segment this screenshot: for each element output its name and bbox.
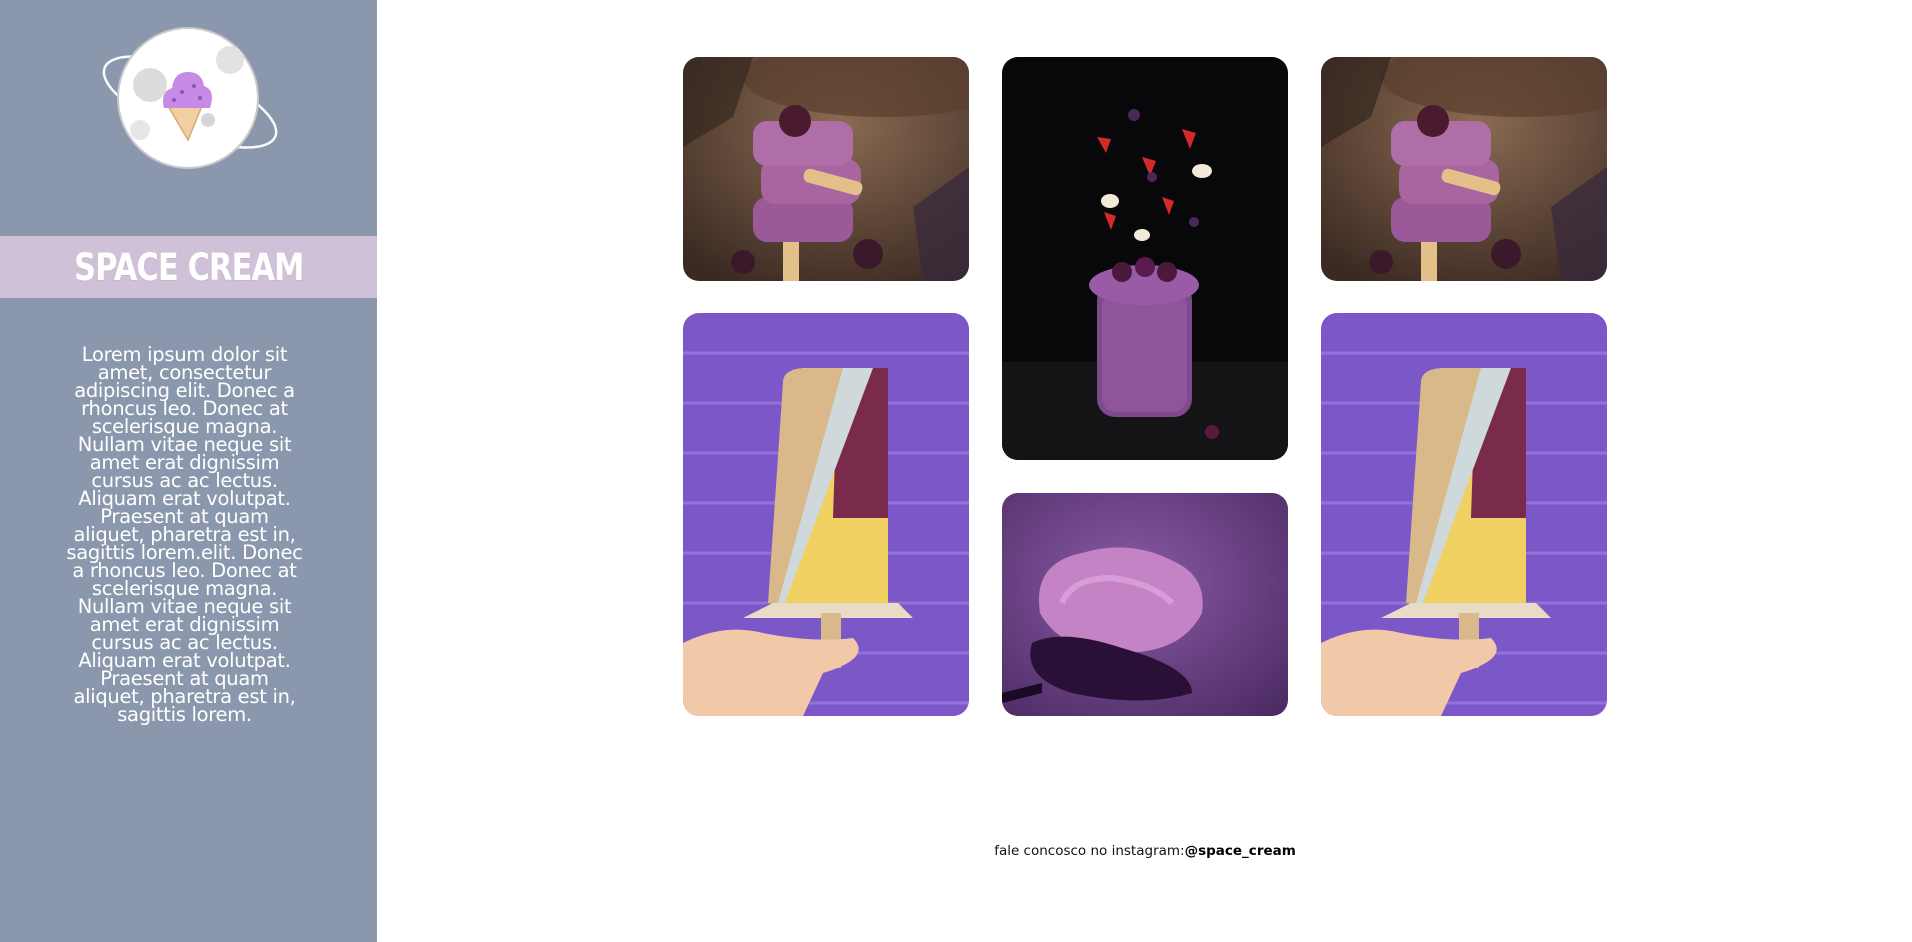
gallery-image-popsicle[interactable] [1321,313,1607,716]
gallery-image-ice-cream-scoop[interactable] [1002,493,1288,716]
gallery-image-popsicle[interactable] [683,313,969,716]
instagram-handle-link[interactable]: @space_cream [1185,843,1296,859]
logo-icon [90,20,290,180]
gallery-image-ice-cream-bars[interactable] [683,57,969,281]
sidebar: SPACE CREAM Lorem ipsum dolor sit amet, … [0,0,377,942]
gallery-image-ice-cream-bars[interactable] [1321,57,1607,281]
brand-title-band: SPACE CREAM [0,236,377,298]
footer-text: fale concosco no instagram: [994,843,1185,859]
gallery-image-smoothie-jar[interactable] [1002,57,1288,460]
footer: fale concosco no instagram:@space_cream [0,843,1912,859]
brand-description: Lorem ipsum dolor sit amet, consectetur … [66,342,303,726]
brand-title: SPACE CREAM [73,245,304,289]
